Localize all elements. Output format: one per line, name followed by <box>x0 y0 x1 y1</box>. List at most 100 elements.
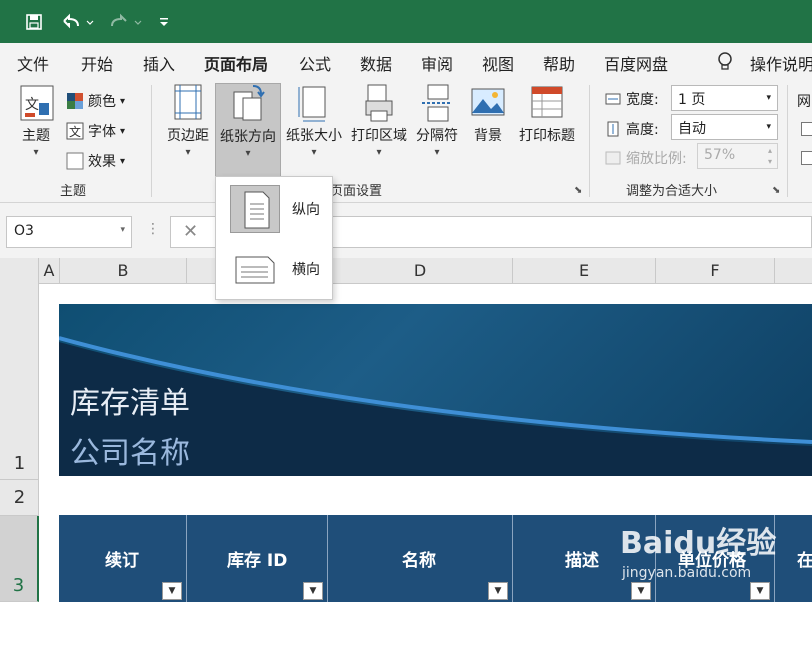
formula-bar: O3 ▾ ⋮ ✕ <box>0 203 812 258</box>
row-headers: 1 2 3 <box>0 284 39 602</box>
margins-button[interactable]: 页边距 ▾ <box>161 83 215 158</box>
height-icon <box>607 121 619 137</box>
banner-company[interactable]: 公司名称 <box>70 428 190 472</box>
redo-icon[interactable] <box>106 10 146 34</box>
scale-spinner[interactable]: 57% ▴ ▾ <box>697 143 778 169</box>
title-bar <box>0 0 812 43</box>
tab-file[interactable]: 文件 <box>17 51 49 75</box>
tab-review[interactable]: 审阅 <box>421 51 453 75</box>
column-header-next[interactable] <box>775 258 812 284</box>
group-separator <box>787 85 788 197</box>
chevron-down-icon: ▾ <box>311 147 317 158</box>
height-select[interactable]: 自动 ▾ <box>671 114 778 140</box>
table-header-next[interactable]: 在 <box>775 515 812 602</box>
dialog-launcher-icon[interactable]: ⬊ <box>574 185 582 196</box>
undo-icon[interactable] <box>58 10 98 34</box>
filter-dropdown-icon[interactable]: ▼ <box>303 582 323 600</box>
banner-title[interactable]: 库存清单 <box>70 378 190 422</box>
tab-insert[interactable]: 插入 <box>143 51 175 75</box>
fonts-button[interactable]: 文 字体 ▾ <box>66 121 125 141</box>
background-image-icon <box>471 83 505 121</box>
row-header-1[interactable]: 1 <box>0 284 39 480</box>
scale-icon <box>605 151 621 165</box>
size-button[interactable]: 纸张大小 ▾ <box>283 83 345 158</box>
watermark-logo: Baidu经验 <box>620 526 777 561</box>
filter-dropdown-icon[interactable]: ▼ <box>750 582 770 600</box>
print-titles-icon <box>530 83 564 121</box>
dialog-launcher-icon[interactable]: ⬊ <box>772 185 780 196</box>
chevron-down-icon: ▾ <box>185 147 191 158</box>
group-separator <box>151 85 152 197</box>
margins-icon <box>171 83 205 121</box>
column-header-f[interactable]: F <box>656 258 775 284</box>
row-header-2[interactable]: 2 <box>0 480 39 516</box>
ribbon-tabs: 文件 开始 插入 页面布局 公式 数据 审阅 视图 帮助 百度网盘 操作说明 <box>0 43 812 82</box>
gridlines-view-checkbox[interactable] <box>801 122 812 136</box>
lightbulb-icon[interactable] <box>716 51 734 75</box>
name-box[interactable]: O3 ▾ <box>6 216 132 248</box>
colors-button[interactable]: 颜色 ▾ <box>66 91 125 111</box>
group-label-scale-to-fit: 调整为合适大小 <box>626 184 718 199</box>
tab-page-layout[interactable]: 页面布局 <box>204 51 269 82</box>
tab-help[interactable]: 帮助 <box>543 51 575 75</box>
colors-icon <box>67 93 83 109</box>
tell-me-search[interactable]: 操作说明 <box>750 51 812 75</box>
filter-dropdown-icon[interactable]: ▼ <box>631 582 651 600</box>
tab-home[interactable]: 开始 <box>81 51 113 75</box>
height-label: 高度: <box>604 119 659 139</box>
width-label: 宽度: <box>604 89 659 109</box>
chevron-down-icon: ▾ <box>245 148 251 159</box>
customize-icon[interactable] <box>154 10 174 34</box>
title-banner: 库存清单 公司名称 <box>59 304 812 476</box>
tab-view[interactable]: 视图 <box>482 51 514 75</box>
table-header-inventory-id[interactable]: 库存 ID ▼ <box>187 515 328 602</box>
svg-text:文: 文 <box>25 97 39 113</box>
sheet-options-label: 网 <box>797 94 811 110</box>
orientation-icon <box>231 84 265 122</box>
group-label-page-setup: 页面设置 <box>330 184 383 199</box>
tab-data[interactable]: 数据 <box>360 51 392 75</box>
orientation-landscape-option[interactable]: 横向 <box>222 243 328 295</box>
chevron-down-icon: ▾ <box>33 147 39 158</box>
select-all-corner[interactable] <box>0 258 39 284</box>
column-header-b[interactable]: B <box>60 258 187 284</box>
column-header-e[interactable]: E <box>513 258 656 284</box>
ribbon: 文 主题 ▾ 颜色 ▾ 文 字体 ▾ 效果 ▾ 主题 页边距 ▾ 纸张方向 ▾ 纸张大… <box>0 79 812 203</box>
watermark-url: jingyan.baidu.com <box>622 565 752 581</box>
table-header-name[interactable]: 名称 ▼ <box>328 515 513 602</box>
filter-dropdown-icon[interactable]: ▼ <box>162 582 182 600</box>
breaks-button[interactable]: 分隔符 ▾ <box>412 83 462 158</box>
tab-formulas[interactable]: 公式 <box>299 51 331 75</box>
effects-button[interactable]: 效果 ▾ <box>66 151 125 171</box>
row-header-3[interactable]: 3 <box>0 516 39 602</box>
orientation-dropdown: 纵向 横向 <box>215 176 333 300</box>
width-select[interactable]: 1 页 ▾ <box>671 85 778 111</box>
orientation-portrait-option[interactable]: 纵向 <box>222 183 328 235</box>
chevron-down-icon: ▾ <box>376 147 382 158</box>
scale-label: 缩放比例: <box>604 148 687 168</box>
breaks-icon <box>420 83 454 122</box>
print-titles-button[interactable]: 打印标题 <box>514 83 580 145</box>
portrait-icon <box>230 185 280 233</box>
page-size-icon <box>297 83 331 122</box>
tab-baidu-netdisk[interactable]: 百度网盘 <box>604 51 668 75</box>
effects-icon <box>66 152 84 170</box>
background-button[interactable]: 背景 <box>468 83 508 145</box>
print-area-button[interactable]: 打印区域 ▾ <box>348 83 410 158</box>
filter-dropdown-icon[interactable]: ▼ <box>488 582 508 600</box>
gridlines-print-checkbox[interactable] <box>801 151 812 165</box>
save-icon[interactable] <box>22 10 46 34</box>
orientation-button[interactable]: 纸张方向 ▾ <box>215 83 281 177</box>
print-area-icon <box>362 83 396 122</box>
fonts-icon: 文 <box>66 122 84 140</box>
themes-button[interactable]: 文 主题 ▾ <box>13 83 59 158</box>
group-label-themes: 主题 <box>60 184 87 199</box>
more-options-icon[interactable]: ⋮ <box>146 221 160 237</box>
column-header-a[interactable]: A <box>39 258 60 284</box>
table-header-reorder[interactable]: 续订 ▼ <box>59 515 187 602</box>
column-header-d[interactable]: D <box>328 258 513 284</box>
themes-icon: 文 <box>19 83 54 121</box>
column-headers: A B C D E F <box>0 258 812 284</box>
chevron-down-icon: ▾ <box>434 147 440 158</box>
cancel-icon[interactable]: ✕ <box>183 221 198 242</box>
